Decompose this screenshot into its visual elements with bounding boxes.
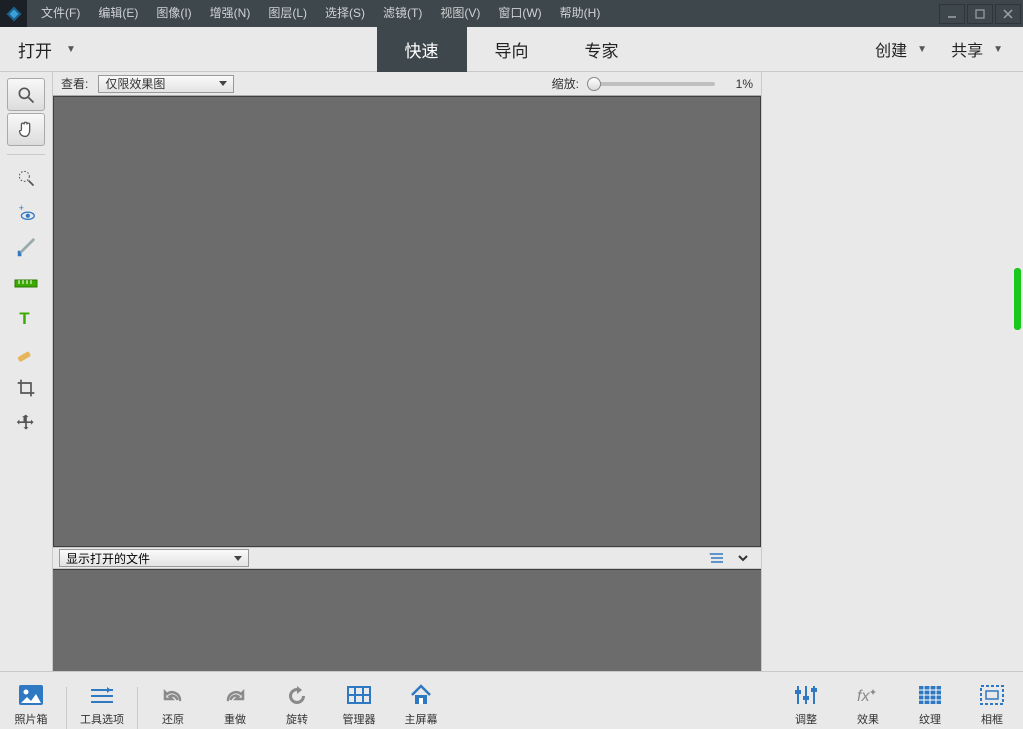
maximize-button[interactable] xyxy=(967,4,993,24)
menu-filter[interactable]: 滤镜(T) xyxy=(375,0,430,27)
chevron-down-icon: ▼ xyxy=(917,44,927,55)
zoom-value: 1% xyxy=(723,77,753,91)
right-panel xyxy=(761,72,1023,671)
straighten-tool[interactable] xyxy=(7,266,45,299)
document-area: 查看: 仅限效果图 缩放: 1% 显示打开的文件 xyxy=(53,72,761,671)
panel-frames[interactable]: 相框 xyxy=(961,681,1023,729)
panel-tooloptions[interactable]: 工具选项 xyxy=(71,681,133,729)
menu-edit[interactable]: 编辑(E) xyxy=(90,0,146,27)
panel-redo[interactable]: 重做 xyxy=(204,681,266,729)
filmstrip-bar: 显示打开的文件 xyxy=(53,547,761,569)
options-bar: 查看: 仅限效果图 缩放: 1% xyxy=(53,72,761,96)
spot-heal-tool[interactable] xyxy=(7,336,45,369)
panel-textures[interactable]: 纹理 xyxy=(899,681,961,729)
svg-text:fx: fx xyxy=(857,688,870,705)
view-combo[interactable]: 仅限效果图 xyxy=(98,75,234,93)
redeye-tool[interactable]: + xyxy=(7,196,45,229)
hand-tool[interactable] xyxy=(7,113,45,146)
close-button[interactable] xyxy=(995,4,1021,24)
chevron-down-icon xyxy=(219,81,227,86)
open-label: 打开 xyxy=(18,37,52,62)
tool-separator xyxy=(7,154,45,155)
mode-bar: 打开 ▼ 快速 导向 专家 创建 ▼ 共享 ▼ xyxy=(0,27,1023,72)
list-view-icon[interactable] xyxy=(709,552,725,564)
tab-expert[interactable]: 专家 xyxy=(557,27,647,72)
open-files-combo[interactable]: 显示打开的文件 xyxy=(59,549,249,567)
whiten-teeth-tool[interactable] xyxy=(7,231,45,264)
panel-undo[interactable]: 还原 xyxy=(142,681,204,729)
collapse-icon[interactable] xyxy=(737,552,749,564)
share-button[interactable]: 共享 ▼ xyxy=(943,37,1011,61)
panel-home[interactable]: 主屏幕 xyxy=(390,681,452,729)
scroll-indicator[interactable] xyxy=(1014,268,1021,330)
crop-tool[interactable] xyxy=(7,371,45,404)
open-button[interactable]: 打开 ▼ xyxy=(0,27,94,71)
panel-adjust[interactable]: 调整 xyxy=(775,681,837,729)
filmstrip[interactable] xyxy=(53,569,761,671)
zoom-slider-thumb[interactable] xyxy=(587,77,601,91)
svg-text:T: T xyxy=(19,308,29,327)
chevron-down-icon xyxy=(234,556,242,561)
tab-quick[interactable]: 快速 xyxy=(377,27,467,72)
menu-file[interactable]: 文件(F) xyxy=(33,0,88,27)
app-logo xyxy=(0,0,27,27)
quick-select-tool[interactable] xyxy=(7,161,45,194)
window-controls xyxy=(939,4,1023,24)
menu-view[interactable]: 视图(V) xyxy=(432,0,488,27)
zoom-tool[interactable] xyxy=(7,78,45,111)
view-combo-value: 仅限效果图 xyxy=(105,75,165,92)
panel-rotate[interactable]: 旋转 xyxy=(266,681,328,729)
chevron-down-icon: ▼ xyxy=(993,44,1003,55)
menu-layer[interactable]: 图层(L) xyxy=(260,0,315,27)
tab-guided[interactable]: 导向 xyxy=(467,27,557,72)
zoom-slider[interactable] xyxy=(587,82,715,86)
create-button[interactable]: 创建 ▼ xyxy=(867,37,935,61)
menu-window[interactable]: 窗口(W) xyxy=(490,0,549,27)
menu-items: 文件(F) 编辑(E) 图像(I) 增强(N) 图层(L) 选择(S) 滤镜(T… xyxy=(33,0,608,27)
menu-help[interactable]: 帮助(H) xyxy=(552,0,609,27)
panel-effects[interactable]: fx 效果 xyxy=(837,681,899,729)
menu-select[interactable]: 选择(S) xyxy=(317,0,373,27)
panel-photobin[interactable]: 照片箱 xyxy=(0,681,62,729)
move-tool[interactable] xyxy=(7,406,45,439)
panel-organizer[interactable]: 管理器 xyxy=(328,681,390,729)
zoom-label: 缩放: xyxy=(552,75,579,92)
canvas[interactable] xyxy=(53,96,761,547)
view-label: 查看: xyxy=(61,75,88,92)
chevron-down-icon: ▼ xyxy=(66,44,76,55)
workspace: + T 查看: 仅限效果图 缩放: xyxy=(0,72,1023,671)
panel-bar: 照片箱 工具选项 还原 重做 旋转 管理器 主屏幕 xyxy=(0,671,1023,729)
svg-text:+: + xyxy=(19,203,24,213)
menu-bar: 文件(F) 编辑(E) 图像(I) 增强(N) 图层(L) 选择(S) 滤镜(T… xyxy=(0,0,1023,27)
menu-image[interactable]: 图像(I) xyxy=(148,0,199,27)
minimize-button[interactable] xyxy=(939,4,965,24)
text-tool[interactable]: T xyxy=(7,301,45,334)
menu-enhance[interactable]: 增强(N) xyxy=(202,0,259,27)
tools-panel: + T xyxy=(0,72,53,671)
